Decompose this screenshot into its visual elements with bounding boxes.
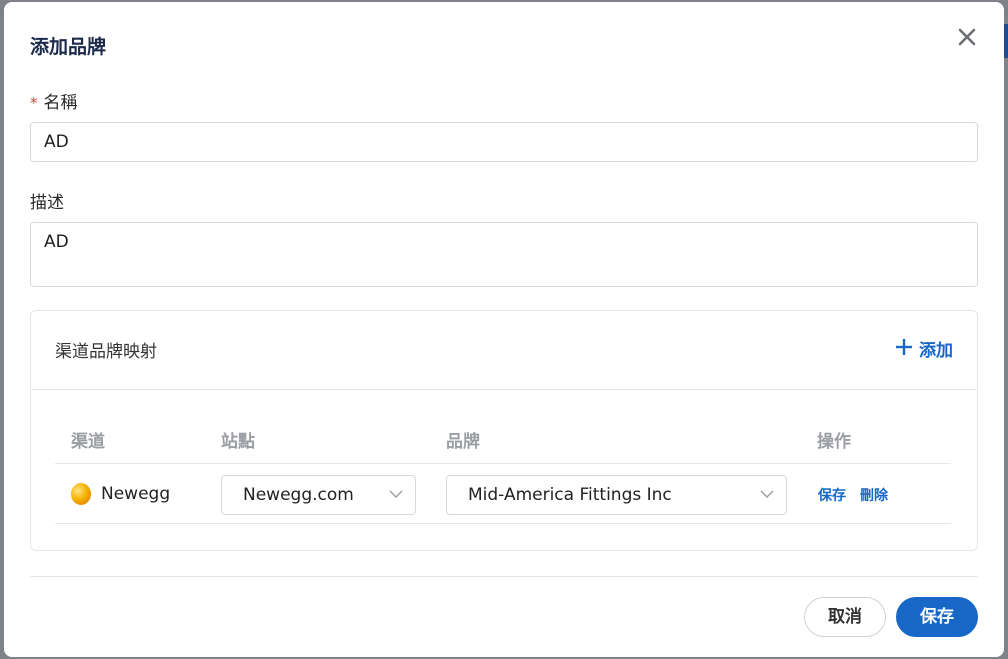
table-header-divider bbox=[55, 463, 951, 464]
column-header-actions: 操作 bbox=[817, 432, 851, 452]
brand-select[interactable]: Mid-America Fittings Inc bbox=[446, 475, 787, 515]
newegg-egg-icon bbox=[71, 483, 91, 505]
chevron-down-icon bbox=[389, 490, 403, 498]
site-select[interactable]: Newegg.com bbox=[221, 475, 416, 515]
mapping-card-title: 渠道品牌映射 bbox=[55, 342, 157, 362]
column-header-brand: 品牌 bbox=[446, 432, 480, 452]
table-row-channel: Newegg bbox=[71, 483, 170, 505]
add-mapping-button[interactable]: 添加 bbox=[895, 336, 953, 361]
plus-icon bbox=[895, 338, 913, 358]
description-textarea[interactable]: AD bbox=[30, 222, 978, 287]
add-brand-dialog: 添加品牌 * 名稱 AD 描述 AD 渠道品牌映射 添加 渠道 站點 品牌 操作… bbox=[4, 2, 1004, 657]
mapping-card-header: 渠道品牌映射 添加 bbox=[31, 311, 977, 390]
name-label: 名稱 bbox=[43, 93, 78, 113]
column-header-site: 站點 bbox=[221, 432, 255, 452]
row-delete-link[interactable]: 刪除 bbox=[860, 485, 888, 505]
save-button[interactable]: 保存 bbox=[896, 597, 978, 637]
name-input[interactable]: AD bbox=[30, 122, 978, 162]
required-mark: * bbox=[30, 94, 38, 112]
site-select-value: Newegg.com bbox=[243, 485, 354, 505]
channel-name: Newegg bbox=[101, 484, 171, 504]
table-row-divider bbox=[55, 523, 951, 524]
close-icon[interactable] bbox=[954, 24, 980, 50]
row-save-link[interactable]: 保存 bbox=[818, 485, 846, 505]
cancel-button[interactable]: 取消 bbox=[804, 597, 886, 637]
channel-brand-mapping-card: 渠道品牌映射 添加 渠道 站點 品牌 操作 Newegg Newegg.com bbox=[30, 310, 978, 551]
brand-select-value: Mid-America Fittings Inc bbox=[468, 485, 672, 505]
footer-divider bbox=[30, 576, 978, 577]
column-header-channel: 渠道 bbox=[71, 432, 105, 452]
chevron-down-icon bbox=[760, 490, 774, 498]
dialog-title: 添加品牌 bbox=[30, 36, 107, 58]
name-label-group: * 名稱 bbox=[30, 88, 78, 113]
add-mapping-label: 添加 bbox=[919, 341, 953, 361]
description-label: 描述 bbox=[30, 193, 64, 213]
